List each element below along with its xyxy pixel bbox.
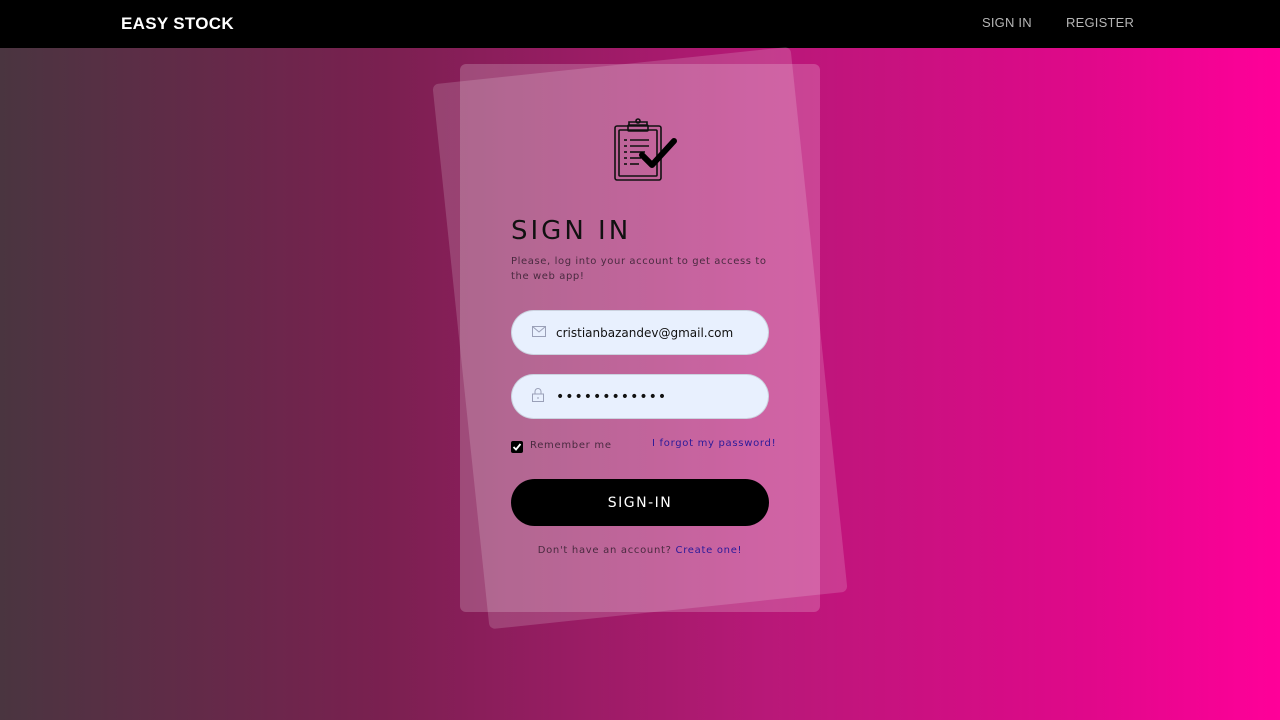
clipboard-check-icon (611, 118, 677, 184)
nav-sign-in-link[interactable]: SIGN IN (982, 15, 1032, 30)
lock-icon (532, 387, 546, 402)
create-account-link[interactable]: Create one! (676, 545, 743, 556)
brand-logo-text[interactable]: EASY STOCK (121, 14, 234, 34)
remember-me-row: Remember me (511, 438, 612, 453)
nav-register-link[interactable]: REGISTER (1066, 15, 1134, 30)
no-account-text: Don't have an account? (537, 545, 672, 556)
page-subtitle: Please, log into your account to get acc… (511, 256, 767, 282)
remember-me-label[interactable]: Remember me (530, 440, 612, 451)
sign-in-button[interactable]: SIGN-IN (511, 479, 769, 526)
email-field[interactable] (511, 310, 769, 355)
forgot-password-link[interactable]: I forgot my password! (652, 438, 776, 449)
password-field[interactable] (511, 374, 769, 419)
remember-me-checkbox[interactable] (511, 441, 523, 453)
mail-icon (532, 323, 546, 337)
password-input[interactable] (556, 375, 756, 418)
email-input[interactable] (556, 311, 756, 354)
page-title: SIGN IN (511, 216, 632, 246)
sign-in-card: SIGN IN Please, log into your account to… (460, 64, 820, 612)
create-account-line: Don't have an account? Create one! (460, 545, 820, 556)
top-navbar: EASY STOCK SIGN IN REGISTER (0, 0, 1280, 48)
